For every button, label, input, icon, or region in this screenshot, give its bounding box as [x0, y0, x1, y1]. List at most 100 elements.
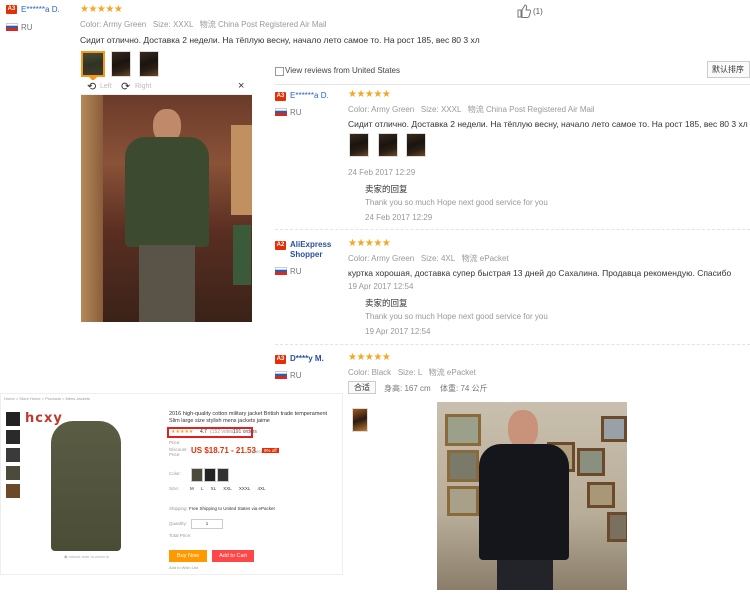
wall-picture	[601, 416, 627, 442]
level-badge: A3	[275, 355, 286, 364]
like-count: (1)	[533, 7, 543, 16]
star-rating: ★★★★★	[80, 4, 123, 15]
wall-picture	[445, 414, 481, 446]
product-main-image[interactable]	[51, 421, 121, 551]
product-stars: ★★★★★	[171, 429, 194, 435]
review-photo-thumb[interactable]	[349, 133, 369, 157]
level-badge: A3	[275, 92, 286, 101]
rotate-left-icon[interactable]: ⟲	[87, 80, 96, 93]
size-options[interactable]: M L XL XXL XXXL 4XL	[190, 486, 265, 491]
russia-flag-icon	[6, 23, 18, 31]
russia-flag-icon	[275, 108, 287, 116]
discount-label: Discount Price:	[169, 447, 187, 457]
review-photo-thumb[interactable]	[378, 133, 398, 157]
seller-reply-date: 24 Feb 2017 12:29	[365, 213, 433, 222]
review-text: куртка хорошая, доставка супер быстрая 1…	[348, 268, 732, 278]
fit-tag: 合适	[348, 381, 376, 394]
product-thumb[interactable]	[6, 412, 20, 426]
star-rating: ★★★★★	[348, 89, 391, 100]
review-meta: Color: Army Green Size: XXXL 物流 China Po…	[80, 20, 327, 29]
reviewer-country: RU	[290, 267, 302, 276]
black-jacket	[479, 444, 569, 560]
product-thumb[interactable]	[6, 448, 20, 462]
reviewer-country: RU	[21, 23, 33, 32]
review-meta: Color: Army Green Size: 4XL 物流 ePacket	[348, 254, 509, 263]
product-thumb[interactable]	[6, 484, 20, 498]
thumbs-up-icon[interactable]	[517, 4, 532, 18]
seller-reply-text: Thank you so much Hope next good service…	[365, 312, 548, 321]
color-swatch[interactable]	[191, 468, 203, 482]
color-swatch[interactable]	[204, 468, 216, 482]
review-photo-thumb[interactable]	[81, 51, 105, 77]
close-icon[interactable]: ×	[238, 80, 244, 92]
us-filter-label[interactable]: View reviews from United States	[285, 66, 400, 75]
reviewer-country: RU	[290, 108, 302, 117]
lamp	[231, 125, 252, 215]
level-badge: A3	[6, 5, 17, 14]
zoom-hint: ◉ mouse over to zoom in	[64, 554, 110, 559]
product-thumb[interactable]	[6, 430, 20, 444]
reviewer-name[interactable]: AliExpress Shopper	[290, 240, 340, 260]
total-label: Total Price:	[169, 533, 192, 538]
shipping-text: Free Shipping to United States via ePack…	[189, 506, 275, 511]
price-label: Price:	[169, 440, 181, 445]
product-rating: 4.7	[200, 429, 207, 435]
jacket	[125, 137, 209, 247]
star-rating: ★★★★★	[348, 352, 391, 363]
plant	[233, 225, 251, 285]
reviewer-name[interactable]: D****y M.	[290, 354, 324, 363]
customer-photo	[437, 402, 627, 590]
review-photo-thumb[interactable]	[111, 51, 131, 77]
wall-picture	[447, 486, 479, 516]
review-meta: Color: Army Green Size: XXXL 物流 China Po…	[348, 105, 595, 114]
level-badge: A2	[275, 241, 286, 250]
review-text: Сидит отлично. Доставка 2 недели. На тёп…	[80, 35, 480, 45]
reviewer-weight: 体重: 74 公斤	[440, 384, 488, 393]
seller-reply-text: Thank you so much Hope next good service…	[365, 198, 548, 207]
store-logo: hcxy	[25, 411, 63, 426]
review-photo-thumb[interactable]	[406, 133, 426, 157]
review-meta: Color: Black Size: L 物流 ePacket	[348, 368, 476, 377]
seller-reply-date: 19 Apr 2017 12:54	[365, 327, 431, 336]
product-price: US $18.71 - 21.53	[191, 446, 256, 455]
product-title: 2016 high-quality cotton military jacket…	[169, 411, 328, 424]
quantity-stepper[interactable]: 1	[191, 519, 223, 529]
us-filter-checkbox[interactable]	[275, 67, 284, 76]
wishlist-link[interactable]: Add to Wish List	[169, 565, 198, 570]
wall-picture	[587, 482, 615, 508]
reviewer-name[interactable]: E******a D.	[21, 5, 60, 14]
quantity-label: Quantity:	[169, 521, 188, 526]
person-head	[508, 410, 538, 448]
reviewer-height: 身高: 167 cm	[384, 384, 431, 393]
product-page-screenshot: Home > Store Home > Products > Mens Jack…	[0, 393, 343, 575]
door-frame	[81, 95, 103, 322]
wall-picture	[607, 512, 627, 542]
breadcrumb: Home > Store Home > Products > Mens Jack…	[4, 396, 90, 401]
rotate-right-label[interactable]: Right	[135, 83, 151, 90]
size-label: Size:	[169, 486, 180, 491]
review-date: 19 Apr 2017 12:54	[348, 282, 414, 291]
sort-dropdown[interactable]: 默认排序	[707, 61, 750, 78]
buy-now-button[interactable]: Buy Now	[169, 550, 207, 562]
wall-picture	[577, 448, 605, 476]
reviewer-name[interactable]: E******a D.	[290, 91, 329, 100]
product-thumb[interactable]	[6, 466, 20, 480]
russia-flag-icon	[275, 371, 287, 379]
star-rating: ★★★★★	[348, 238, 391, 249]
review-photo-large	[81, 95, 252, 322]
color-swatch[interactable]	[217, 468, 229, 482]
review-photo-thumb[interactable]	[352, 408, 368, 432]
rotate-left-label[interactable]: Left	[100, 83, 112, 90]
product-orders: 191 orders	[233, 429, 257, 435]
trousers	[497, 560, 553, 590]
wall-picture	[447, 450, 479, 482]
color-label: Color:	[169, 471, 182, 476]
seller-reply-heading: 卖家的回复	[365, 184, 408, 194]
review-date: 24 Feb 2017 12:29	[348, 168, 416, 177]
review-photo-thumb[interactable]	[139, 51, 159, 77]
trousers	[139, 245, 195, 322]
seller-reply-heading: 卖家的回复	[365, 298, 408, 308]
rotate-right-icon[interactable]: ⟳	[121, 80, 130, 93]
add-to-cart-button[interactable]: Add to Cart	[212, 550, 254, 562]
product-votes: (152 votes)	[210, 429, 236, 435]
